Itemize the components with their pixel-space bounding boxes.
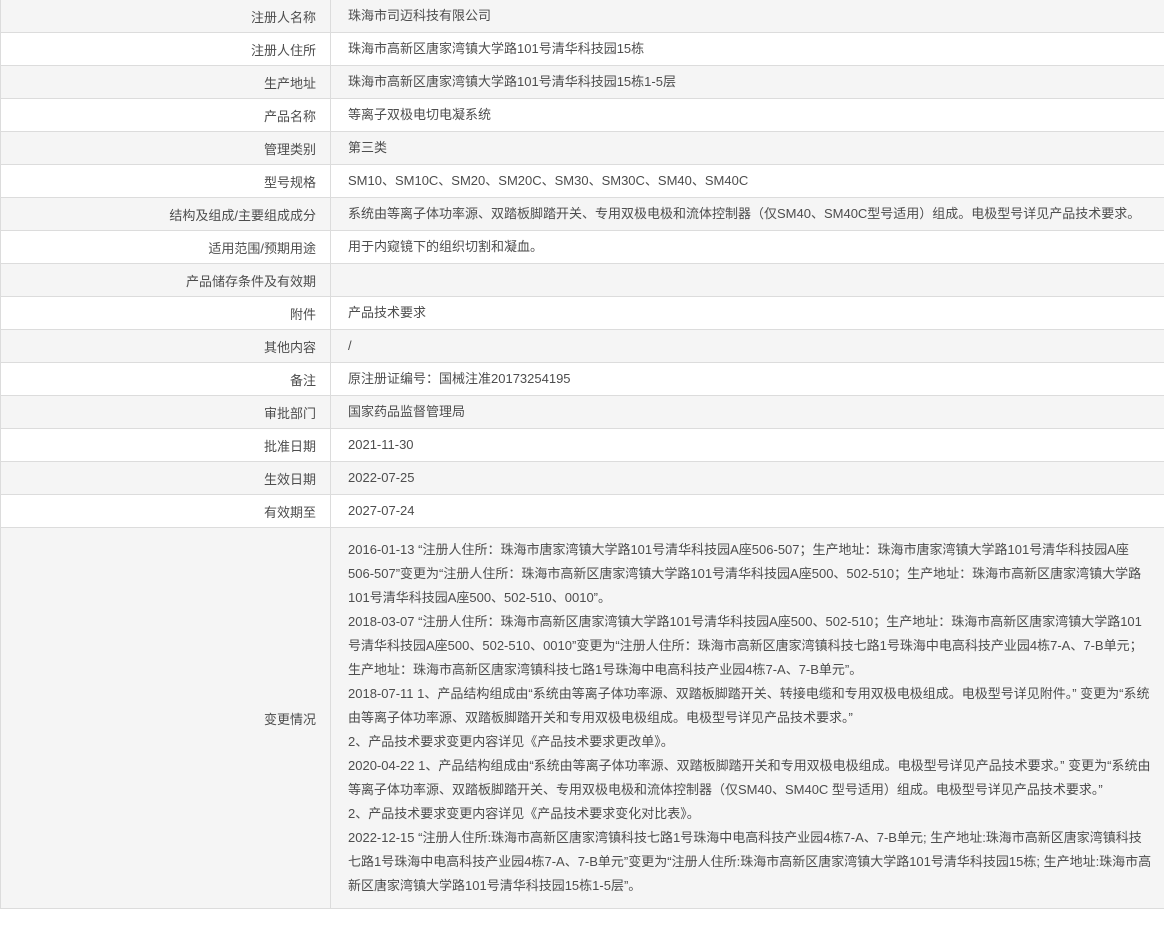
row-label: 审批部门 xyxy=(263,405,316,421)
row-value: SM10、SM10C、SM20、SM20C、SM30、SM30C、SM40、SM… xyxy=(330,165,1164,197)
row-value: 珠海市司迈科技有限公司 xyxy=(330,0,1164,32)
row-label: 注册人名称 xyxy=(250,9,316,25)
row-label: 产品储存条件及有效期 xyxy=(185,273,316,289)
row-value xyxy=(330,264,1164,296)
row-value: 产品技术要求 xyxy=(330,297,1164,329)
change-history-text: 2016-01-13 “注册人住所：珠海市唐家湾镇大学路101号清华科技园A座5… xyxy=(348,534,1152,902)
table-row-change-history: 变更情况 2016-01-13 “注册人住所：珠海市唐家湾镇大学路101号清华科… xyxy=(1,528,1164,909)
table-row: 附件 产品技术要求 xyxy=(1,297,1164,330)
row-label: 其他内容 xyxy=(263,339,316,355)
table-row: 生产地址 珠海市高新区唐家湾镇大学路101号清华科技园15栋1-5层 xyxy=(1,66,1164,99)
row-label: 批准日期 xyxy=(263,438,316,454)
row-label: 结构及组成/主要组成成分 xyxy=(169,207,316,223)
row-label: 生产地址 xyxy=(263,75,316,91)
table-row: 注册人名称 珠海市司迈科技有限公司 xyxy=(1,0,1164,33)
row-value: 2022-07-25 xyxy=(330,462,1164,494)
row-value: 等离子双极电切电凝系统 xyxy=(330,99,1164,131)
table-row: 备注 原注册证编号：国械注准20173254195 xyxy=(1,363,1164,396)
row-value: 2016-01-13 “注册人住所：珠海市唐家湾镇大学路101号清华科技园A座5… xyxy=(330,528,1164,908)
row-value: 原注册证编号：国械注准20173254195 xyxy=(330,363,1164,395)
table-row: 产品名称 等离子双极电切电凝系统 xyxy=(1,99,1164,132)
change-history-paragraph: 2018-07-11 1、产品结构组成由“系统由等离子体功率源、双踏板脚踏开关、… xyxy=(348,686,1150,725)
table-row: 有效期至 2027-07-24 xyxy=(1,495,1164,528)
table-row: 管理类别 第三类 xyxy=(1,132,1164,165)
row-label: 附件 xyxy=(289,306,316,322)
registration-detail-table: 注册人名称 珠海市司迈科技有限公司 注册人住所 珠海市高新区唐家湾镇大学路101… xyxy=(0,0,1164,909)
row-label: 适用范围/预期用途 xyxy=(208,240,316,256)
table-row: 生效日期 2022-07-25 xyxy=(1,462,1164,495)
table-row: 其他内容 / xyxy=(1,330,1164,363)
row-label: 管理类别 xyxy=(263,141,316,157)
row-value: 2027-07-24 xyxy=(330,495,1164,527)
row-value: 系统由等离子体功率源、双踏板脚踏开关、专用双极电极和流体控制器（仅SM40、SM… xyxy=(330,198,1164,230)
row-value: / xyxy=(330,330,1164,362)
row-value: 第三类 xyxy=(330,132,1164,164)
table-row: 审批部门 国家药品监督管理局 xyxy=(1,396,1164,429)
table-row: 注册人住所 珠海市高新区唐家湾镇大学路101号清华科技园15栋 xyxy=(1,33,1164,66)
row-value: 国家药品监督管理局 xyxy=(330,396,1164,428)
row-value: 用于内窥镜下的组织切割和凝血。 xyxy=(330,231,1164,263)
change-history-paragraph: 2022-12-15 “注册人住所:珠海市高新区唐家湾镇科技七路1号珠海中电高科… xyxy=(348,830,1152,893)
row-label: 型号规格 xyxy=(263,174,316,190)
change-history-paragraph: 2020-04-22 1、产品结构组成由“系统由等离子体功率源、双踏板脚踏开关和… xyxy=(348,758,1151,797)
change-history-paragraph: 2、产品技术要求变更内容详见《产品技术要求变化对比表》。 xyxy=(348,806,700,821)
row-label: 生效日期 xyxy=(263,471,316,487)
change-history-paragraph: 2016-01-13 “注册人住所：珠海市唐家湾镇大学路101号清华科技园A座5… xyxy=(348,542,1142,605)
table-row: 产品储存条件及有效期 xyxy=(1,264,1164,297)
row-label: 变更情况 xyxy=(263,711,316,727)
row-value: 珠海市高新区唐家湾镇大学路101号清华科技园15栋 xyxy=(330,33,1164,65)
table-row: 结构及组成/主要组成成分 系统由等离子体功率源、双踏板脚踏开关、专用双极电极和流… xyxy=(1,198,1164,231)
change-history-paragraph: 2018-03-07 “注册人住所：珠海市高新区唐家湾镇大学路101号清华科技园… xyxy=(348,614,1143,677)
table-row: 批准日期 2021-11-30 xyxy=(1,429,1164,462)
row-label: 有效期至 xyxy=(263,504,316,520)
row-value: 2021-11-30 xyxy=(330,429,1164,461)
table-row: 型号规格 SM10、SM10C、SM20、SM20C、SM30、SM30C、SM… xyxy=(1,165,1164,198)
table-row: 适用范围/预期用途 用于内窥镜下的组织切割和凝血。 xyxy=(1,231,1164,264)
row-label: 注册人住所 xyxy=(250,42,316,58)
row-label: 备注 xyxy=(289,372,316,388)
row-label: 产品名称 xyxy=(263,108,316,124)
row-value: 珠海市高新区唐家湾镇大学路101号清华科技园15栋1-5层 xyxy=(330,66,1164,98)
change-history-paragraph: 2、产品技术要求变更内容详见《产品技术要求更改单》。 xyxy=(348,734,674,749)
